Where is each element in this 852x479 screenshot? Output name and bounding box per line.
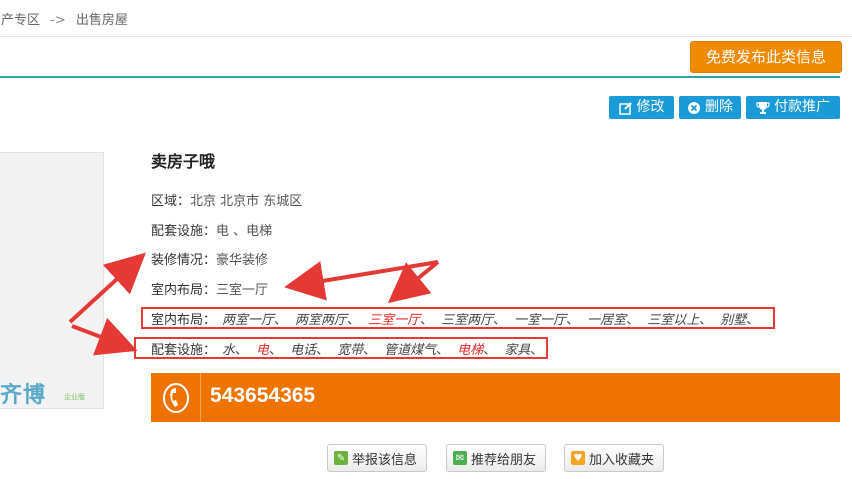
favorite-button[interactable]: ♥ 加入收藏夹 — [564, 444, 664, 472]
arrow-to-facility-box — [71, 317, 138, 356]
share-button[interactable]: ✉ 推荐给朋友 — [446, 444, 546, 472]
arrow-to-decor — [68, 252, 146, 324]
phone-icon-box — [151, 373, 201, 422]
mail-icon: ✉ — [453, 451, 467, 465]
share-label: 推荐给朋友 — [471, 452, 537, 468]
report-icon: ✎ — [334, 451, 348, 465]
phone-icon — [162, 382, 189, 413]
phone-number[interactable]: 543654365 — [210, 384, 315, 408]
report-button[interactable]: ✎ 举报该信息 — [327, 444, 427, 472]
report-label: 举报该信息 — [352, 452, 418, 468]
heart-icon: ♥ — [571, 451, 585, 465]
favorite-label: 加入收藏夹 — [589, 452, 655, 468]
